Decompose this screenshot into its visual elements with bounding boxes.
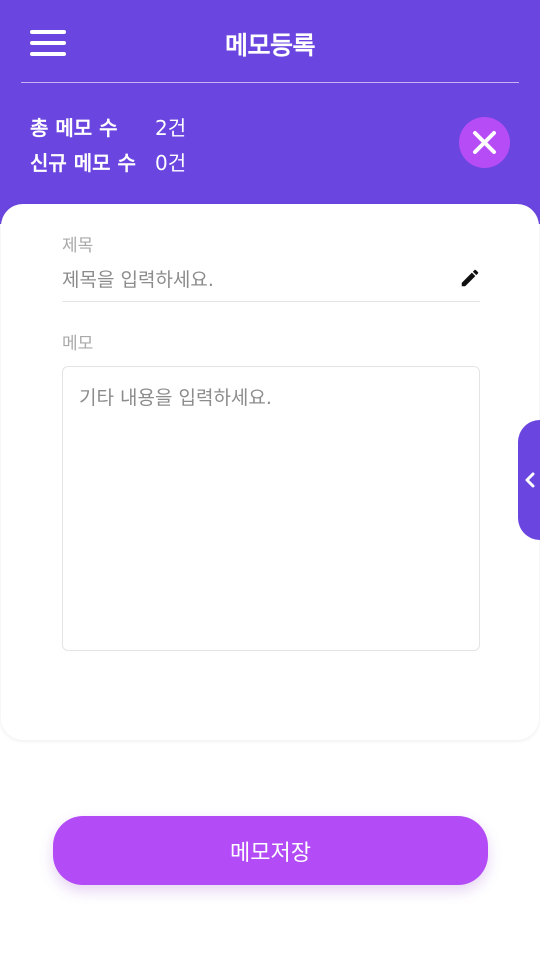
chevron-left-icon <box>525 472 535 488</box>
memo-field-label: 메모 <box>62 334 94 354</box>
new-memo-count-value: 0건 <box>155 151 187 175</box>
header: 메모등록 총 메모 수 2건 신규 메모 수 0건 <box>0 0 540 224</box>
new-memo-count-label: 신규 메모 수 <box>30 151 136 175</box>
header-divider <box>21 82 519 83</box>
title-field-label: 제목 <box>62 236 94 256</box>
page-title: 메모등록 <box>224 31 316 60</box>
memo-register-screen: 메모등록 총 메모 수 2건 신규 메모 수 0건 제목 메모 메모 <box>0 0 540 960</box>
total-memo-count-label: 총 메모 수 <box>30 116 118 140</box>
save-memo-button[interactable]: 메모저장 <box>53 816 488 885</box>
close-button[interactable] <box>459 117 510 168</box>
memo-form-card: 제목 메모 <box>1 204 539 740</box>
title-input[interactable] <box>62 264 480 302</box>
new-memo-count-row: 신규 메모 수 0건 <box>30 147 186 176</box>
pencil-icon[interactable] <box>459 267 481 289</box>
close-x-icon <box>473 131 496 154</box>
total-memo-count-row: 총 메모 수 2건 <box>30 112 186 141</box>
total-memo-count-value: 2건 <box>155 116 187 140</box>
memo-textarea[interactable] <box>62 366 480 651</box>
side-drawer-tab[interactable] <box>518 420 540 540</box>
